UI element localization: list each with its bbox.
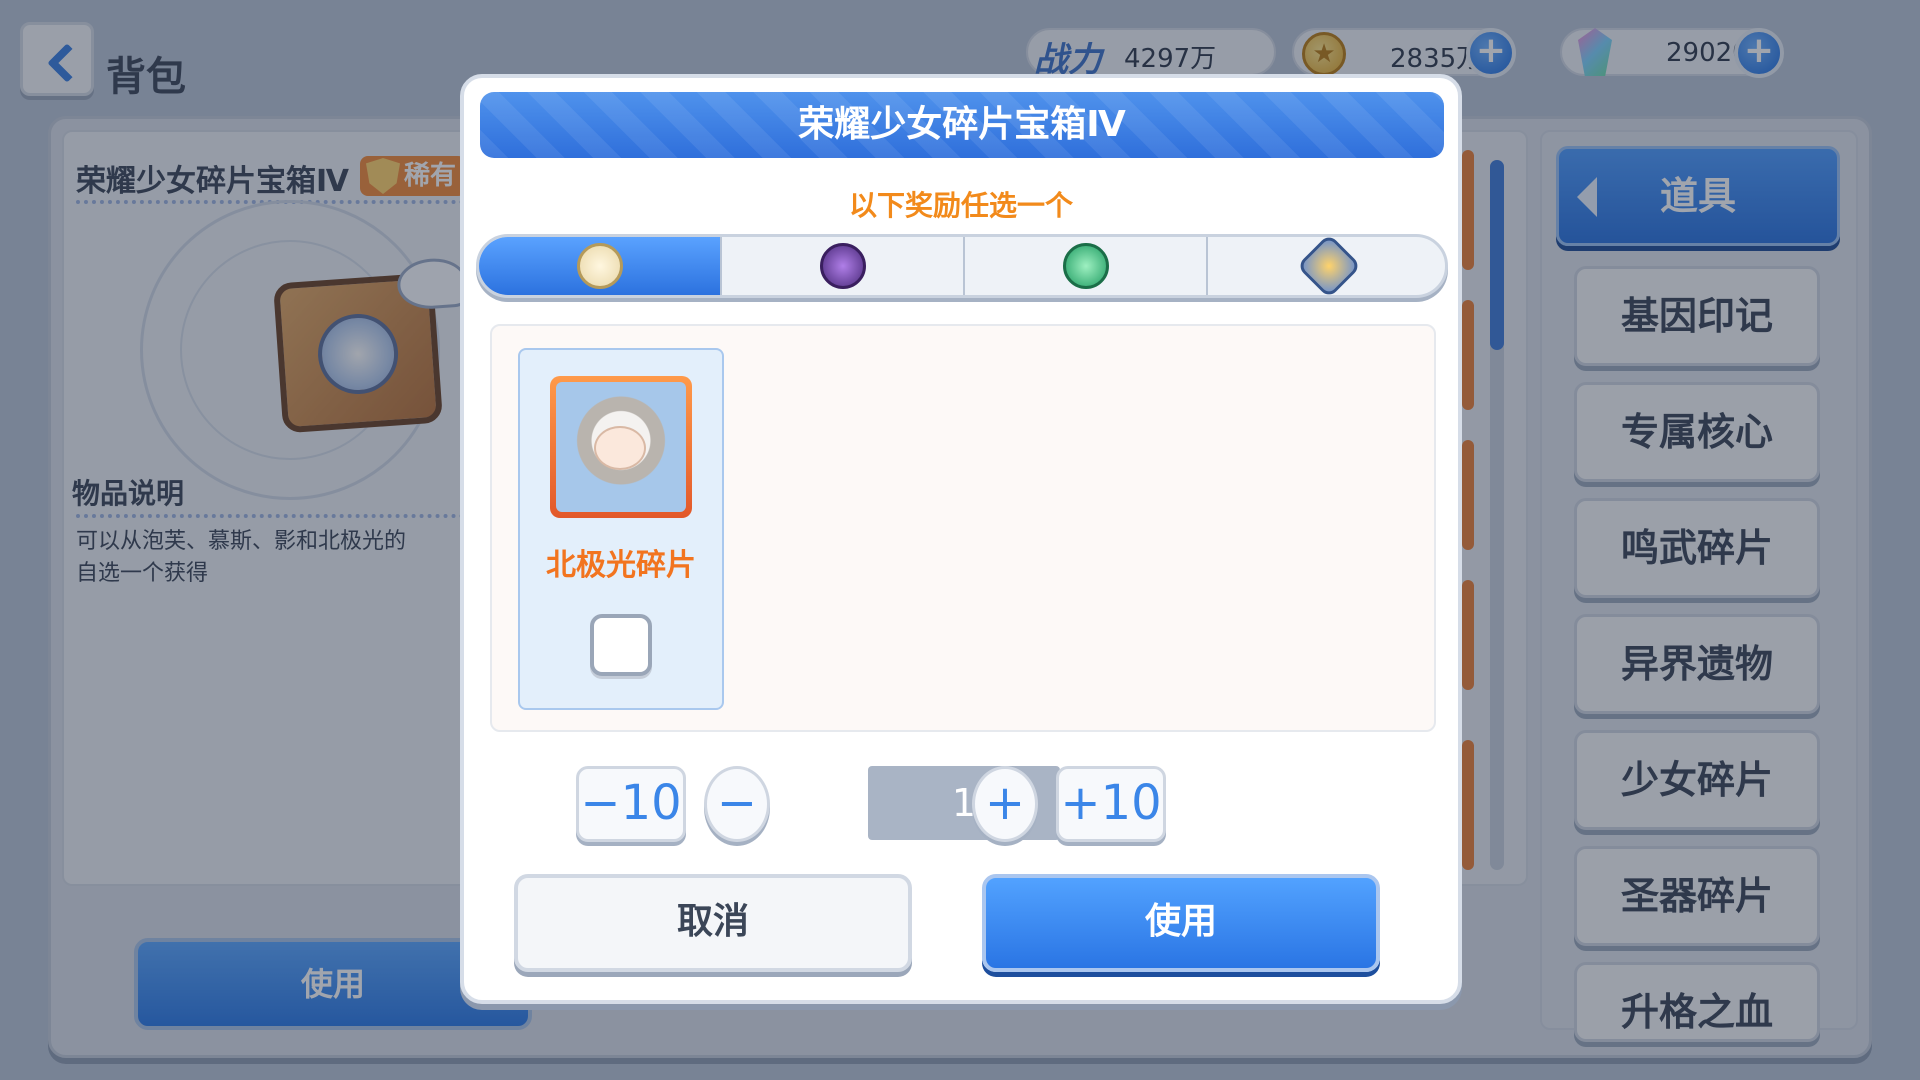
character-face bbox=[594, 426, 646, 470]
character-portrait bbox=[550, 376, 692, 518]
use-button[interactable]: 使用 bbox=[982, 874, 1380, 972]
reward-select-dialog: 荣耀少女碎片宝箱Ⅳ 以下奖励任选一个 北极光碎片 −10 − 1 + +10 取… bbox=[460, 74, 1462, 1004]
tab-faction-2[interactable] bbox=[722, 237, 965, 295]
dialog-subtitle: 以下奖励任选一个 bbox=[848, 189, 1073, 222]
dialog-title-bar: 荣耀少女碎片宝箱Ⅳ bbox=[480, 92, 1444, 158]
dark-star-icon bbox=[820, 243, 866, 289]
tab-faction-1[interactable] bbox=[479, 237, 722, 295]
leaf-orb-icon bbox=[1063, 243, 1109, 289]
cancel-button[interactable]: 取消 bbox=[514, 874, 912, 972]
reward-name: 北极光碎片 bbox=[546, 548, 696, 583]
minus-ten-button[interactable]: −10 bbox=[576, 766, 686, 842]
faction-tabs bbox=[476, 234, 1448, 298]
reward-checkbox[interactable] bbox=[590, 614, 652, 676]
plus-ten-button[interactable]: +10 bbox=[1056, 766, 1166, 842]
plus-button[interactable]: + bbox=[972, 766, 1038, 842]
tab-faction-4[interactable] bbox=[1208, 237, 1445, 295]
wing-emblem-icon bbox=[577, 243, 623, 289]
game-screen: 背包 战力 4297万 ★ 2835万 + 29020 + 荣耀少女碎片宝箱Ⅳ … bbox=[0, 0, 1920, 1080]
hexagon-emblem-icon bbox=[1296, 237, 1362, 295]
minus-button[interactable]: − bbox=[704, 766, 770, 842]
tab-faction-3[interactable] bbox=[965, 237, 1208, 295]
dialog-title: 荣耀少女碎片宝箱Ⅳ bbox=[798, 104, 1126, 145]
